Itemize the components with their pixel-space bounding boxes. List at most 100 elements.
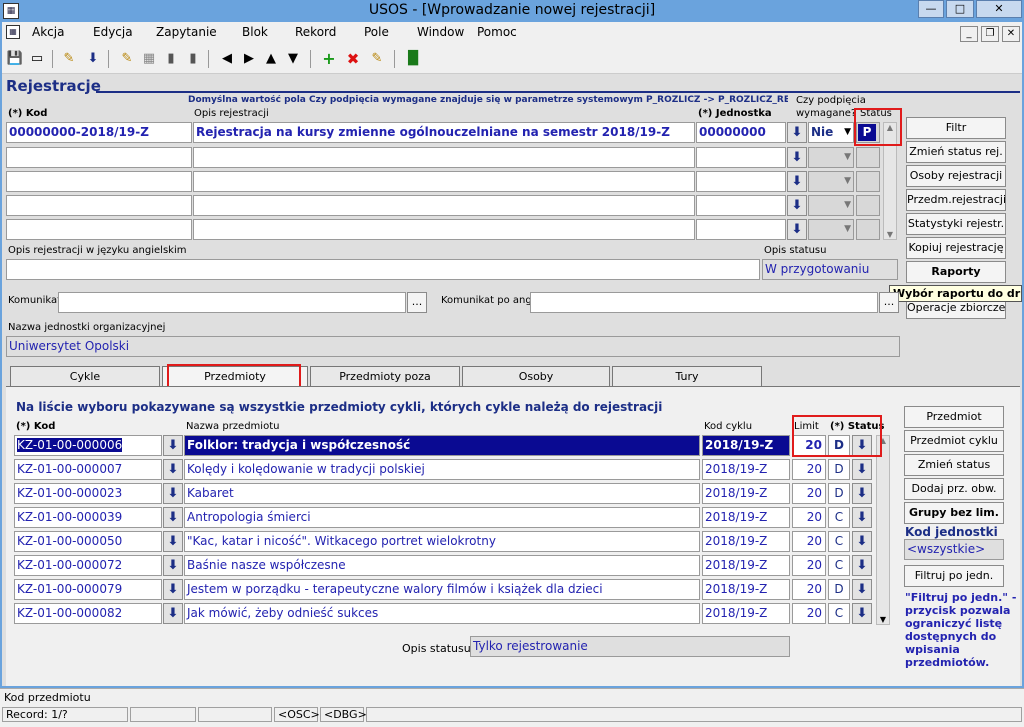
subject-kod-field[interactable]: KZ-01-00-000072 <box>14 555 162 576</box>
status-cell[interactable] <box>856 195 880 216</box>
filtruj-po-jedn-button[interactable]: Filtruj po jedn. <box>904 565 1004 587</box>
registration-opis-field[interactable] <box>193 195 695 216</box>
mdi-restore-button[interactable]: ❐ <box>981 26 999 42</box>
insert-record-icon[interactable]: + <box>320 50 338 68</box>
subject-kod-field[interactable]: KZ-01-00-000082 <box>14 603 162 624</box>
subject-nazwa-field[interactable]: Jak mówić, żeby odnieść sukces <box>184 603 700 624</box>
subject-limit-field[interactable]: 20 <box>792 555 826 576</box>
registration-opis-field[interactable] <box>193 219 695 240</box>
subject-nazwa-field[interactable]: Antropologia śmierci <box>184 507 700 528</box>
tab-cykle[interactable]: Cykle <box>10 366 160 386</box>
subject-cykl-field[interactable]: 2018/19-Z <box>702 507 790 528</box>
maximize-button[interactable]: □ <box>946 0 974 18</box>
osoby-rejestracji-button[interactable]: Osoby rejestracji <box>906 165 1006 187</box>
subject-lov-arrow-icon[interactable]: ⬇ <box>163 555 183 576</box>
stats-icon[interactable]: ▮ <box>184 50 202 68</box>
subject-limit-field[interactable]: 20 <box>792 579 826 600</box>
komunikat-field[interactable] <box>58 292 406 313</box>
dodaj-prz-obw-button[interactable]: Dodaj prz. obw. <box>904 478 1004 500</box>
subject-status-field[interactable]: C <box>828 507 850 528</box>
subject-status-arrow-icon[interactable]: ⬇ <box>852 483 872 504</box>
raporty-button[interactable]: Raporty <box>906 261 1006 283</box>
status-cell[interactable] <box>856 147 880 168</box>
subject-kod-field[interactable]: KZ-01-00-000006 <box>14 435 162 456</box>
download-arrow-icon[interactable]: ⬇ <box>84 50 102 68</box>
previous-block-icon[interactable]: ◀ <box>218 50 236 68</box>
menu-blok[interactable]: Blok <box>242 25 268 39</box>
save-icon[interactable]: 💾 <box>6 50 24 68</box>
status-cell[interactable] <box>856 219 880 240</box>
podpiecia-select[interactable]: ▼ <box>808 219 854 240</box>
registration-kod-field[interactable] <box>6 147 192 168</box>
subject-status-field[interactable]: D <box>828 483 850 504</box>
subject-limit-field[interactable]: 20 <box>792 459 826 480</box>
subject-lov-arrow-icon[interactable]: ⬇ <box>163 507 183 528</box>
count-icon[interactable]: ▮ <box>162 50 180 68</box>
subject-lov-arrow-icon[interactable]: ⬇ <box>163 435 183 456</box>
close-button[interactable]: ✕ <box>976 0 1022 18</box>
jednostka-lov-arrow-icon[interactable]: ⬇ <box>787 219 807 240</box>
registration-jednostka-field[interactable] <box>696 195 786 216</box>
registration-opis-field[interactable] <box>193 147 695 168</box>
podpiecia-select[interactable]: ▼ <box>808 195 854 216</box>
tab-tury[interactable]: Tury <box>612 366 762 386</box>
subject-status-arrow-icon[interactable]: ⬇ <box>852 435 872 456</box>
subject-cykl-field[interactable]: 2018/19-Z <box>702 483 790 504</box>
subject-kod-field[interactable]: KZ-01-00-000079 <box>14 579 162 600</box>
jednostka-lov-arrow-icon[interactable]: ⬇ <box>787 122 807 143</box>
subject-limit-field[interactable]: 20 <box>792 435 826 456</box>
podpiecia-select[interactable]: Nie ▼ <box>808 122 854 143</box>
previous-record-icon[interactable]: ▲ <box>262 50 280 68</box>
registration-jednostka-field[interactable]: 00000000 <box>696 122 786 143</box>
subject-status-arrow-icon[interactable]: ⬇ <box>852 603 872 624</box>
subject-limit-field[interactable]: 20 <box>792 603 826 624</box>
menu-edycja[interactable]: Edycja <box>93 25 133 39</box>
opis-ang-field[interactable] <box>6 259 760 280</box>
registration-scrollbar[interactable]: ▲ ▼ <box>883 122 897 240</box>
subject-nazwa-field[interactable]: Folklor: tradycja i współczesność <box>184 435 700 456</box>
minimize-button[interactable]: — <box>918 0 944 18</box>
help-book-icon[interactable]: █ <box>404 50 422 68</box>
subject-status-field[interactable]: D <box>828 579 850 600</box>
subject-kod-field[interactable]: KZ-01-00-000007 <box>14 459 162 480</box>
subject-cykl-field[interactable]: 2018/19-Z <box>702 555 790 576</box>
status-cell[interactable] <box>856 171 880 192</box>
subject-status-field[interactable]: C <box>828 555 850 576</box>
scroll-down-icon[interactable]: ▼ <box>884 230 896 239</box>
registration-jednostka-field[interactable] <box>696 171 786 192</box>
exit-icon[interactable]: ▭ <box>28 50 46 68</box>
registration-kod-field[interactable] <box>6 171 192 192</box>
subject-cykl-field[interactable]: 2018/19-Z <box>702 579 790 600</box>
grupy-bez-lim-button[interactable]: Grupy bez lim. <box>904 502 1004 524</box>
menu-pole[interactable]: Pole <box>364 25 389 39</box>
subject-nazwa-field[interactable]: "Kac, katar i nicość". Witkacego portret… <box>184 531 700 552</box>
komunikat-ellipsis-button[interactable]: ... <box>407 292 427 313</box>
subject-kod-field[interactable]: KZ-01-00-000050 <box>14 531 162 552</box>
status-cell[interactable]: P <box>856 122 880 143</box>
subjects-scrollbar[interactable]: ▲ ▼ <box>876 435 890 625</box>
tab-osoby[interactable]: Osoby <box>462 366 610 386</box>
subject-status-field[interactable]: D <box>828 435 850 456</box>
subject-limit-field[interactable]: 20 <box>792 507 826 528</box>
registration-jednostka-field[interactable] <box>696 147 786 168</box>
subject-cykl-field[interactable]: 2018/19-Z <box>702 459 790 480</box>
registration-kod-field[interactable]: 00000000-2018/19-Z <box>6 122 192 143</box>
registration-kod-field[interactable] <box>6 195 192 216</box>
subject-lov-arrow-icon[interactable]: ⬇ <box>163 483 183 504</box>
subject-kod-field[interactable]: KZ-01-00-000039 <box>14 507 162 528</box>
subject-kod-field[interactable]: KZ-01-00-000023 <box>14 483 162 504</box>
registration-opis-field[interactable] <box>193 171 695 192</box>
delete-record-icon[interactable]: ✖ <box>344 50 362 68</box>
duplicate-record-icon[interactable]: ✎ <box>368 50 386 68</box>
subject-cykl-field[interactable]: 2018/19-Z <box>702 603 790 624</box>
scroll-up-icon[interactable]: ▲ <box>877 436 889 445</box>
komunikat-ang-field[interactable] <box>530 292 878 313</box>
subject-lov-arrow-icon[interactable]: ⬇ <box>163 459 183 480</box>
komunikat-ang-ellipsis-button[interactable]: ... <box>879 292 899 313</box>
menu-pomoc[interactable]: Pomoc <box>477 25 517 39</box>
subject-nazwa-field[interactable]: Kolędy i kolędowanie w tradycji polskiej <box>184 459 700 480</box>
statystyki-rejestr-button[interactable]: Statystyki rejestr. <box>906 213 1006 235</box>
kopiuj-rejestracje-button[interactable]: Kopiuj rejestrację <box>906 237 1006 259</box>
scroll-down-icon[interactable]: ▼ <box>877 615 889 624</box>
przedmiot-cyklu-button[interactable]: Przedmiot cyklu <box>904 430 1004 452</box>
